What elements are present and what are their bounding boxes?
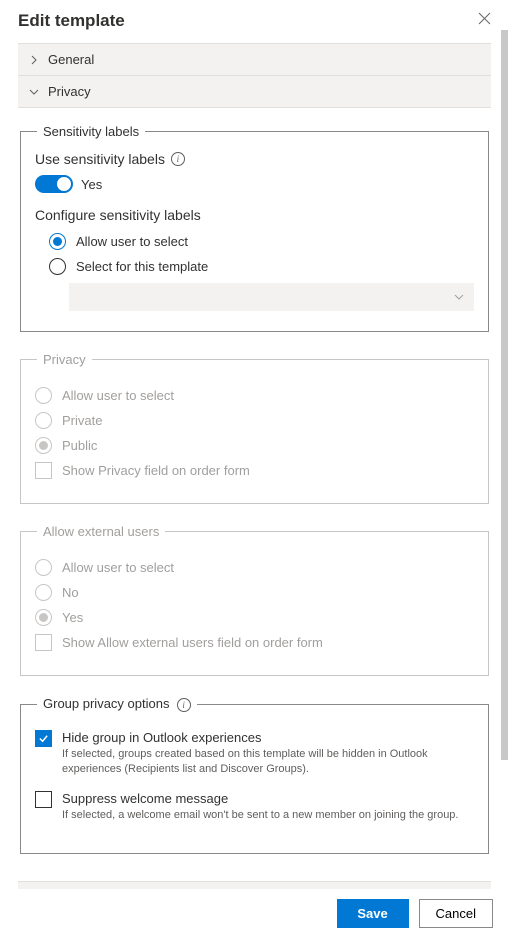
scrollbar-thumb[interactable] [501, 30, 508, 760]
radio-icon [35, 609, 52, 626]
checkbox-show-privacy-field: Show Privacy field on order form [35, 462, 474, 479]
legend-external: Allow external users [37, 524, 165, 539]
checkbox-title: Suppress welcome message [62, 791, 474, 806]
accordion-label: Privacy [48, 84, 91, 99]
radio-label: Select for this template [76, 259, 208, 274]
scroll-area[interactable]: General Privacy Sensitivity labels Use s… [0, 39, 509, 889]
checkbox-description: If selected, groups created based on thi… [62, 747, 474, 777]
checkbox-show-external-field: Show Allow external users field on order… [35, 634, 474, 651]
panel-footer: Save Cancel [0, 889, 509, 942]
chevron-right-icon [28, 54, 40, 66]
checkbox-body: Hide group in Outlook experiences If sel… [62, 730, 474, 777]
privacy-group: Privacy Allow user to select Private Pub… [20, 352, 489, 504]
radio-label: Private [62, 413, 102, 428]
checkbox-icon [35, 730, 52, 747]
radio-label: Allow user to select [62, 560, 174, 575]
checkbox-title: Hide group in Outlook experiences [62, 730, 474, 745]
checkbox-icon [35, 634, 52, 651]
radio-external-yes: Yes [35, 609, 474, 626]
sensitivity-toggle[interactable] [35, 175, 73, 193]
toggle-value: Yes [81, 177, 102, 192]
legend-text: Group privacy options [43, 696, 169, 711]
info-icon[interactable]: i [177, 698, 191, 712]
radio-icon [35, 437, 52, 454]
checkbox-description: If selected, a welcome email won't be se… [62, 808, 474, 823]
accordion-privacy[interactable]: Privacy [18, 75, 491, 108]
chevron-down-icon [454, 292, 464, 303]
radio-select-for-template[interactable]: Select for this template [49, 258, 474, 275]
radio-privacy-private: Private [35, 412, 474, 429]
radio-privacy-public: Public [35, 437, 474, 454]
legend-privacy: Privacy [37, 352, 92, 367]
panel-title: Edit template [18, 11, 125, 31]
radio-icon [49, 258, 66, 275]
checkbox-suppress-welcome[interactable]: Suppress welcome message If selected, a … [35, 791, 474, 823]
accordion-general[interactable]: General [18, 43, 491, 76]
group-privacy-options: Group privacy options i Hide group in Ou… [20, 696, 489, 854]
external-users-group: Allow external users Allow user to selec… [20, 524, 489, 676]
close-icon[interactable] [474, 8, 495, 33]
checkbox-label: Show Allow external users field on order… [62, 635, 323, 650]
radio-label: Yes [62, 610, 83, 625]
legend-sensitivity: Sensitivity labels [37, 124, 145, 139]
radio-label: Allow user to select [76, 234, 188, 249]
use-sensitivity-label-row: Use sensitivity labels i [35, 151, 474, 167]
sensitivity-labels-group: Sensitivity labels Use sensitivity label… [20, 124, 489, 332]
radio-label: Allow user to select [62, 388, 174, 403]
legend-group-privacy: Group privacy options i [37, 696, 197, 712]
radio-label: Public [62, 438, 97, 453]
radio-icon [35, 412, 52, 429]
accordion-membership[interactable]: Membership [18, 881, 491, 889]
info-icon[interactable]: i [171, 152, 185, 166]
panel-header: Edit template [0, 0, 509, 39]
radio-icon [35, 559, 52, 576]
checkbox-icon [35, 791, 52, 808]
use-sensitivity-label: Use sensitivity labels [35, 151, 165, 167]
checkbox-icon [35, 462, 52, 479]
checkbox-body: Suppress welcome message If selected, a … [62, 791, 474, 823]
checkbox-label: Show Privacy field on order form [62, 463, 250, 478]
cancel-button[interactable]: Cancel [419, 899, 493, 928]
radio-external-no: No [35, 584, 474, 601]
privacy-content: Sensitivity labels Use sensitivity label… [18, 108, 491, 882]
radio-allow-user-select[interactable]: Allow user to select [49, 233, 474, 250]
checkbox-hide-outlook[interactable]: Hide group in Outlook experiences If sel… [35, 730, 474, 777]
sensitivity-label-dropdown[interactable] [69, 283, 474, 311]
configure-sensitivity-heading: Configure sensitivity labels [35, 207, 474, 223]
radio-icon [35, 584, 52, 601]
accordion-label: General [48, 52, 94, 67]
sensitivity-toggle-row: Yes [35, 175, 474, 193]
radio-privacy-allow: Allow user to select [35, 387, 474, 404]
chevron-down-icon [28, 86, 40, 98]
radio-icon [35, 387, 52, 404]
save-button[interactable]: Save [337, 899, 409, 928]
radio-external-allow: Allow user to select [35, 559, 474, 576]
radio-icon [49, 233, 66, 250]
edit-template-panel: Edit template General Privacy Sensitivit… [0, 0, 509, 942]
radio-label: No [62, 585, 79, 600]
